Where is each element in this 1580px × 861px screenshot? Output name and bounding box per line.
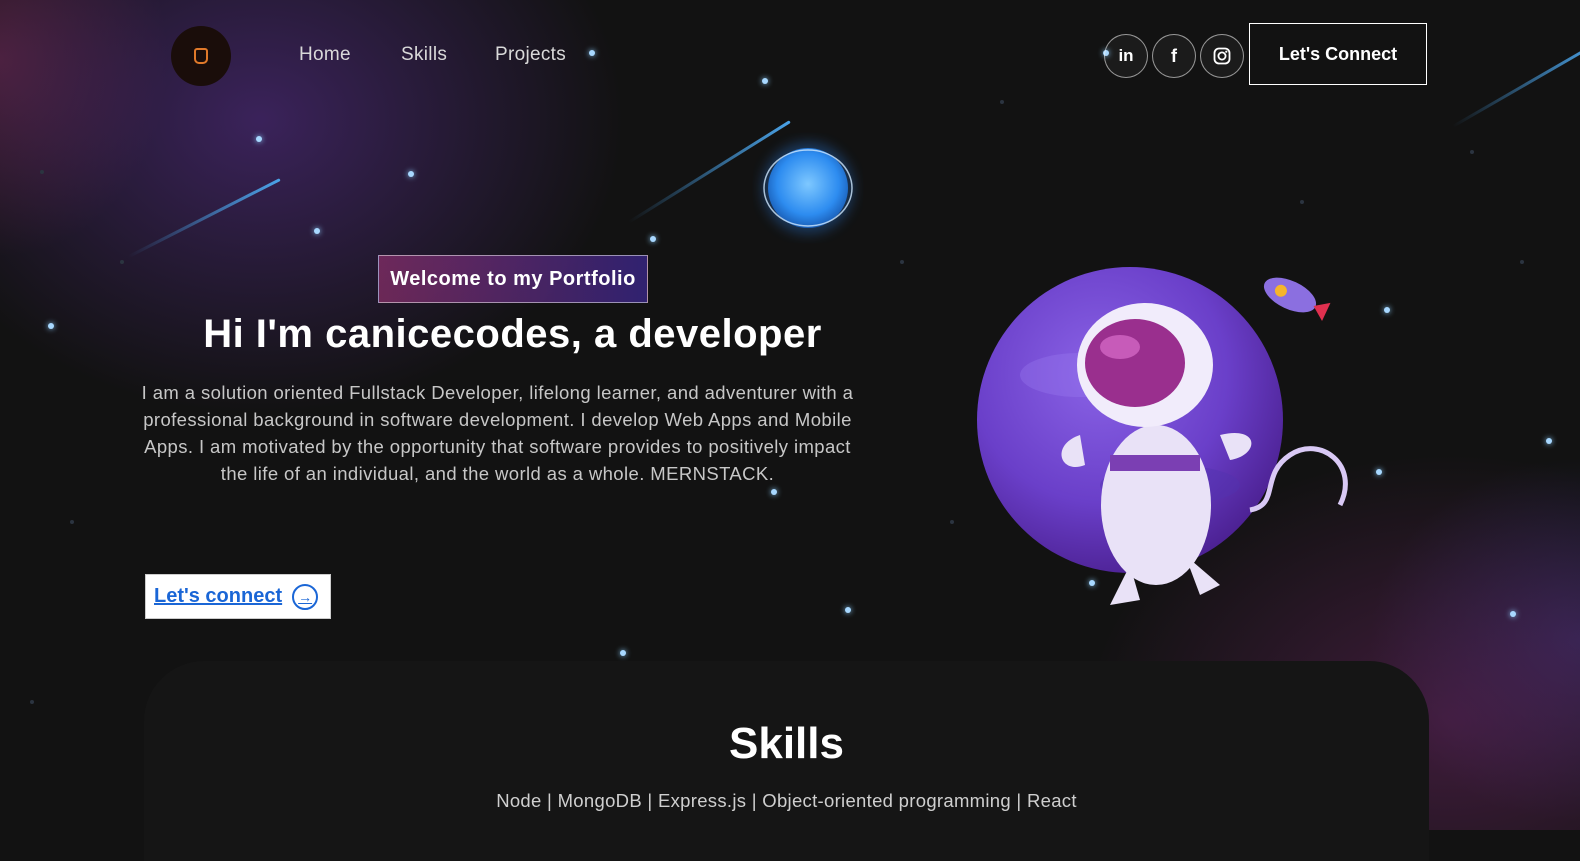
dust xyxy=(1520,260,1524,264)
dust xyxy=(900,260,904,264)
facebook-button[interactable]: f xyxy=(1152,34,1196,78)
dust xyxy=(1470,150,1474,154)
star xyxy=(650,236,656,242)
skills-list: Node | MongoDB | Express.js | Object-ori… xyxy=(496,790,1077,811)
dust xyxy=(70,520,74,524)
navbar: Home Skills Projects in f Let's Connect xyxy=(0,0,1580,110)
star xyxy=(1546,438,1552,444)
star xyxy=(1384,307,1390,313)
dust xyxy=(120,260,124,264)
linkedin-icon: in xyxy=(1118,46,1134,65)
skills-title: Skills xyxy=(729,719,844,768)
nav-link-projects[interactable]: Projects xyxy=(495,44,566,66)
cta-label: Let's connect xyxy=(154,585,283,607)
nav-link-home[interactable]: Home xyxy=(299,44,351,66)
star xyxy=(256,136,262,142)
logo[interactable] xyxy=(171,26,231,86)
nav-link-skills[interactable]: Skills xyxy=(401,44,447,66)
dust xyxy=(950,520,954,524)
welcome-tagline: Welcome to my Portfolio xyxy=(378,255,648,303)
dust xyxy=(30,700,34,704)
blue-planet-illustration xyxy=(762,142,854,234)
page-title: Hi I'm canicecodes, a developer xyxy=(203,312,822,356)
facebook-icon: f xyxy=(1171,45,1177,66)
star xyxy=(1510,611,1516,617)
star xyxy=(845,607,851,613)
dust xyxy=(40,170,44,174)
instagram-button[interactable] xyxy=(1200,34,1244,78)
lets-connect-button[interactable]: Let's Connect xyxy=(1249,23,1427,85)
star xyxy=(48,323,54,329)
star xyxy=(408,171,414,177)
linkedin-button[interactable]: in xyxy=(1104,34,1148,78)
dust xyxy=(1300,200,1304,204)
star xyxy=(620,650,626,656)
logo-mark-icon xyxy=(194,48,208,64)
skills-section: Skills Node | MongoDB | Express.js | Obj… xyxy=(144,661,1429,861)
star xyxy=(771,489,777,495)
arrow-right-circle-icon: → xyxy=(292,583,319,610)
astronaut-illustration xyxy=(977,267,1348,605)
lets-connect-link[interactable]: Let's connect → xyxy=(145,574,331,619)
bio-text: I am a solution oriented Fullstack Devel… xyxy=(141,382,854,484)
instagram-icon xyxy=(1213,47,1231,65)
star xyxy=(314,228,320,234)
